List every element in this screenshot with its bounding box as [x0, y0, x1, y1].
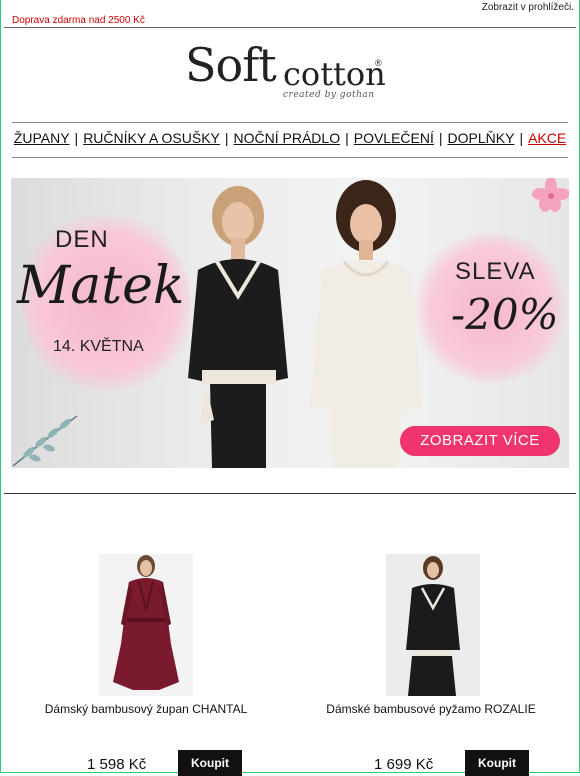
- main-navigation: ŽUPANY | RUČNÍKY A OSUŠKY | NOČNÍ PRÁDLO | POV…: [12, 130, 568, 146]
- buy-button[interactable]: Koupit: [178, 750, 242, 776]
- nav-item-rucniky[interactable]: RUČNÍKY A OSUŠKY: [83, 130, 220, 146]
- logo-cotton: cotton: [283, 55, 386, 93]
- product-name[interactable]: Dámský bambusový župan CHANTAL: [26, 702, 266, 716]
- divider: [12, 157, 568, 158]
- mothers-day-banner[interactable]: DEN Matek 14. KVĚTNA SLEVA -20% ZOBRAZIT…: [11, 178, 569, 468]
- product-price: 1 699 Kč: [374, 756, 434, 773]
- nav-item-povleceni[interactable]: POVLEČENÍ: [354, 130, 434, 146]
- nav-separator: |: [438, 130, 443, 146]
- banner-den: DEN: [55, 226, 109, 253]
- nav-item-zupany[interactable]: ŽUPANY: [14, 130, 70, 146]
- product-image-chantal[interactable]: [99, 554, 193, 696]
- leaves-icon: [12, 415, 78, 467]
- show-more-button[interactable]: ZOBRAZIT VÍCE: [400, 426, 560, 456]
- flower-icon: [532, 178, 569, 212]
- nav-separator: |: [74, 130, 79, 146]
- product-image-rozalie[interactable]: [386, 554, 480, 696]
- buy-button[interactable]: Koupit: [465, 750, 529, 776]
- free-shipping-notice: Doprava zdarma nad 2500 Kč: [12, 15, 145, 26]
- logo-tagline: created by gothan: [283, 90, 375, 100]
- models-photo: [188, 180, 422, 468]
- banner-sleva: SLEVA: [455, 258, 536, 285]
- divider: [4, 493, 576, 494]
- nav-item-akce[interactable]: AKCE: [528, 130, 566, 146]
- banner-date: 14. KVĚTNA: [53, 338, 144, 355]
- soft-cotton-logo[interactable]: Soft cotton ® created by gothan: [185, 38, 386, 110]
- logo-registered-mark: ®: [375, 58, 382, 68]
- product-price: 1 598 Kč: [87, 756, 147, 773]
- top-bar: Doprava zdarma nad 2500 Kč Zobrazit v pr…: [0, 0, 580, 26]
- banner-discount: -20%: [451, 290, 559, 339]
- nav-item-nocni-pradlo[interactable]: NOČNÍ PRÁDLO: [234, 130, 341, 146]
- divider: [4, 27, 576, 28]
- nav-separator: |: [224, 130, 229, 146]
- logo-soft: Soft: [185, 38, 277, 92]
- nav-separator: |: [519, 130, 524, 146]
- nav-separator: |: [345, 130, 349, 146]
- nav-item-doplnky[interactable]: DOPLŇKY: [448, 130, 515, 146]
- banner-matek: Matek: [17, 256, 185, 316]
- divider: [12, 122, 568, 123]
- product-name[interactable]: Dámské bambusové pyžamo ROZALIE: [311, 702, 551, 716]
- view-in-browser-link[interactable]: Zobrazit v prohlížeči.: [482, 2, 574, 13]
